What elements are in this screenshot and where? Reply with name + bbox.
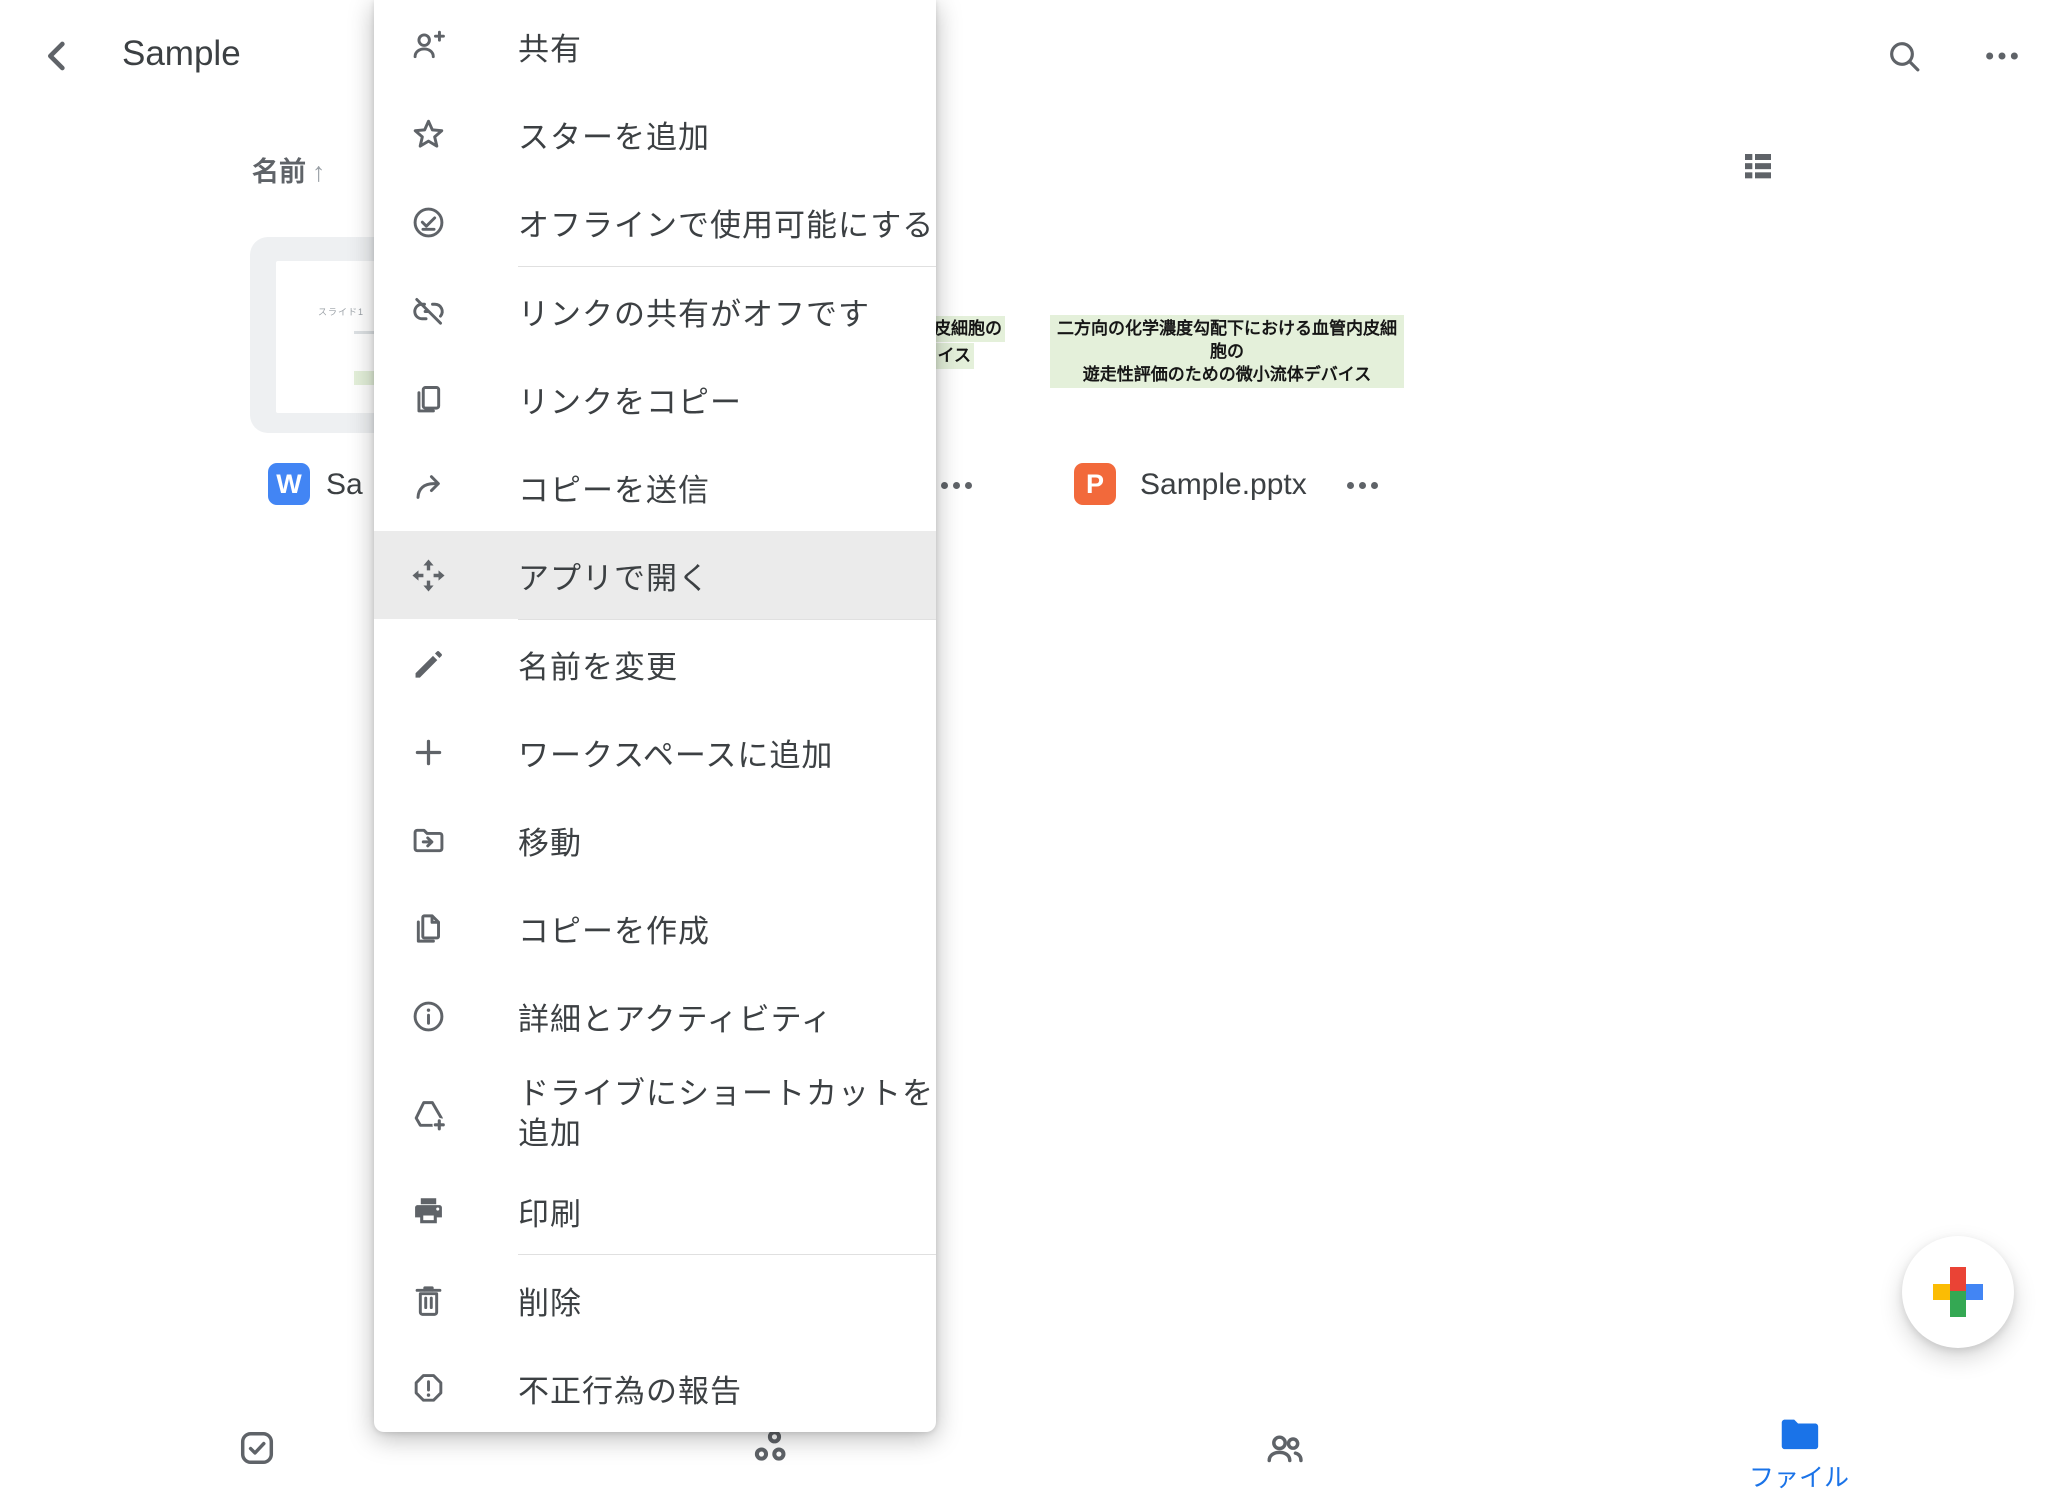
workspaces-circles-icon <box>749 1426 793 1470</box>
folder-icon <box>1776 1412 1822 1458</box>
menu-item-label: 印刷 <box>518 1189 582 1234</box>
back-button[interactable] <box>38 36 78 76</box>
menu-item-label: オフラインで使用可能にする <box>518 200 934 245</box>
new-item-fab[interactable] <box>1902 1236 2014 1348</box>
doc-thumb-text: スライド1 <box>318 305 364 318</box>
menu-item-label: 名前を変更 <box>518 642 678 687</box>
menu-item-label: コピーを送信 <box>518 465 710 510</box>
pencil-icon <box>410 646 447 683</box>
nav-tab-files[interactable] <box>1776 1412 1822 1458</box>
list-view-icon <box>1738 146 1778 186</box>
word-file-badge: W <box>268 463 310 505</box>
menu-item-label: スターを追加 <box>518 112 710 157</box>
menu-item-label: リンクをコピー <box>518 377 742 422</box>
menu-item-label: 移動 <box>518 818 582 863</box>
drive-app-screen: Sample 名前↑ スライド1 W Sa <box>0 0 2048 1497</box>
sort-label: 名前 <box>252 157 306 187</box>
menu-item-label: アプリで開く <box>518 553 710 598</box>
menu-item-label: コピーを作成 <box>518 906 710 951</box>
nav-files-label[interactable]: ファイル <box>1724 1458 1874 1494</box>
menu-item-add-to-workspace[interactable]: ワークスペースに追加 <box>374 708 936 796</box>
offline-pin-icon <box>410 204 447 241</box>
search-icon <box>1884 36 1924 76</box>
forward-arrow-icon <box>410 469 447 506</box>
nav-tab-shared[interactable] <box>1263 1426 1307 1470</box>
powerpoint-file-badge: P <box>1074 463 1116 505</box>
sort-by-name[interactable]: 名前↑ <box>252 150 326 189</box>
menu-item-move[interactable]: 移動 <box>374 796 936 884</box>
copy-link-icon <box>410 381 447 418</box>
more-dots-icon <box>1347 482 1354 489</box>
chevron-left-icon <box>38 36 78 76</box>
menu-divider <box>518 1254 936 1255</box>
file-context-menu: 共有 スターを追加 オフラインで使用可能にする リンクの共有 <box>374 0 936 1432</box>
plus-icon <box>410 734 447 771</box>
pptx-more-button[interactable] <box>1347 482 1378 489</box>
menu-item-make-copy[interactable]: コピーを作成 <box>374 884 936 972</box>
menu-item-label: 詳細とアクティビティ <box>518 994 833 1039</box>
star-icon <box>410 116 447 153</box>
report-octagon-icon <box>410 1370 447 1407</box>
menu-item-offline[interactable]: オフラインで使用可能にする <box>374 178 936 266</box>
menu-item-add-shortcut[interactable]: ドライブにショートカットを追加 <box>374 1060 936 1168</box>
person-add-icon <box>410 28 447 65</box>
add-to-drive-icon <box>410 1096 447 1133</box>
nav-tab-selection[interactable] <box>235 1426 279 1470</box>
printer-icon <box>410 1193 447 1230</box>
doc-file-name[interactable]: Sa <box>326 468 363 502</box>
folder-move-icon <box>410 822 447 859</box>
more-horizontal-icon <box>1982 36 2022 76</box>
menu-item-label: ワークスペースに追加 <box>518 730 833 775</box>
menu-item-label: リンクの共有がオフです <box>518 289 870 334</box>
menu-item-label: 削除 <box>518 1278 582 1323</box>
menu-item-report-abuse[interactable]: 不正行為の報告 <box>374 1344 936 1432</box>
checkbox-check-icon <box>235 1426 279 1470</box>
menu-item-link-sharing-off[interactable]: リンクの共有がオフです <box>374 267 936 355</box>
pptx-thumb-title: 二方向の化学濃度勾配下における血管内皮細胞の 遊走性評価のための微小流体デバイス <box>1050 315 1404 388</box>
menu-item-delete[interactable]: 削除 <box>374 1256 936 1344</box>
file-copy-icon <box>410 910 447 947</box>
menu-item-details[interactable]: 詳細とアクティビティ <box>374 972 936 1060</box>
menu-item-rename[interactable]: 名前を変更 <box>374 620 936 708</box>
powerpoint-badge-letter: P <box>1086 469 1104 500</box>
file-card-pptx-thumbnail[interactable]: 二方向の化学濃度勾配下における血管内皮細胞の 遊走性評価のための微小流体デバイス <box>1050 237 1404 433</box>
menu-item-label: ドライブにショートカットを追加 <box>518 1074 934 1154</box>
menu-item-label: 不正行為の報告 <box>518 1366 742 1411</box>
trash-icon <box>410 1282 447 1319</box>
info-icon <box>410 998 447 1035</box>
menu-item-send-copy[interactable]: コピーを送信 <box>374 443 936 531</box>
word-badge-letter: W <box>276 469 301 500</box>
people-icon <box>1263 1426 1307 1470</box>
menu-item-share[interactable]: 共有 <box>374 2 936 90</box>
search-button[interactable] <box>1884 36 1924 76</box>
menu-item-label: 共有 <box>518 24 582 69</box>
list-view-toggle-button[interactable] <box>1738 146 1778 186</box>
pptx-thumb-title-line1: 二方向の化学濃度勾配下における血管内皮細胞の <box>1050 317 1404 363</box>
more-dots-icon <box>941 482 948 489</box>
covered-card-more-button[interactable] <box>941 482 972 489</box>
menu-item-print[interactable]: 印刷 <box>374 1168 936 1254</box>
menu-item-add-star[interactable]: スターを追加 <box>374 90 936 178</box>
menu-item-open-with[interactable]: アプリで開く <box>374 531 936 619</box>
link-off-icon <box>410 293 447 330</box>
nav-tab-workspaces[interactable] <box>749 1426 793 1470</box>
menu-item-copy-link[interactable]: リンクをコピー <box>374 355 936 443</box>
sort-ascending-arrow: ↑ <box>312 157 326 187</box>
page-title: Sample <box>122 34 241 74</box>
pptx-file-name[interactable]: Sample.pptx <box>1140 468 1307 502</box>
pptx-thumb-title-line2: 遊走性評価のための微小流体デバイス <box>1050 363 1404 386</box>
open-with-icon <box>410 557 447 594</box>
more-options-button[interactable] <box>1982 36 2022 76</box>
